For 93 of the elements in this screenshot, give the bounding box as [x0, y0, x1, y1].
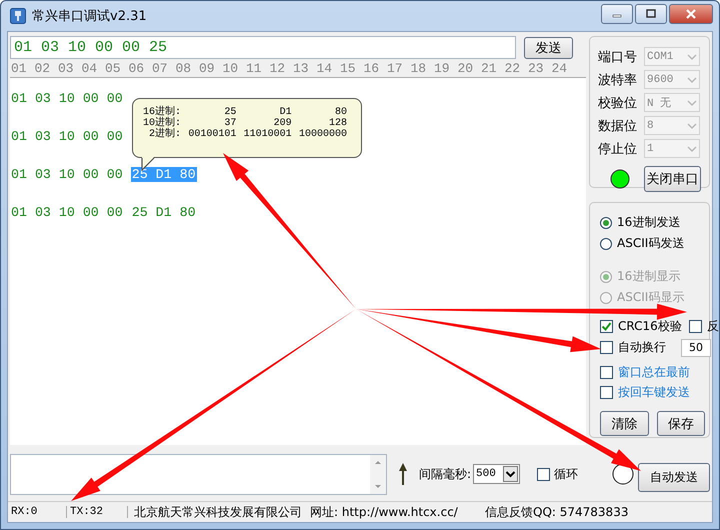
tooltip-value: 209 — [272, 118, 292, 129]
status-text: TX:32 — [67, 506, 128, 518]
setting-label: 停止位 — [598, 140, 638, 158]
column-number: 14 — [316, 61, 334, 76]
scroll-up-icon[interactable] — [374, 460, 382, 465]
column-number: 11 — [246, 61, 263, 76]
tooltip-label: 2进制: — [148, 129, 182, 140]
tooltip-value: 10000000 — [298, 129, 347, 140]
setting-label: 波特率 — [598, 72, 638, 88]
column-number: 09 — [199, 61, 216, 76]
column-number: 17 — [387, 61, 404, 76]
checkbox-label: 按回车键发送 — [618, 384, 690, 400]
setting-label: 校验位 — [598, 94, 638, 112]
tooltip-label: 16进制: — [143, 107, 182, 118]
tooltip-value: 128 — [328, 118, 347, 129]
radio-label: ASCII码发送 — [617, 235, 684, 252]
save-button[interactable]: 保存 — [656, 411, 705, 436]
column-number: 10 — [222, 61, 240, 76]
clear-button[interactable]: 清除 — [600, 411, 648, 436]
tooltip-value: 00100101 — [187, 129, 236, 140]
received-bytes: 25 D1 80 — [130, 205, 197, 220]
tooltip-label: 10进制: — [143, 118, 182, 129]
column-number: 22 — [504, 61, 522, 76]
column-number: 15 — [340, 61, 357, 76]
checkmark-icon — [601, 321, 612, 332]
status-text: 北京航天常兴科技发展有限公司 — [134, 504, 303, 521]
maximize-icon — [645, 9, 657, 19]
radio-label: 16进制显示 — [617, 268, 680, 285]
column-number: 04 — [82, 61, 98, 76]
window-title: 常兴串口调试v2.31 — [32, 8, 147, 25]
status-text: 网址: http://www.htcx.cc/ — [310, 504, 459, 521]
minimize-button[interactable] — [601, 4, 633, 24]
column-number: 20 — [458, 61, 474, 76]
checkbox[interactable] — [600, 386, 613, 398]
scrollbar[interactable] — [370, 454, 386, 494]
received-bytes: 01 03 10 00 00 — [11, 167, 123, 182]
radio-label: 16进制发送 — [617, 214, 680, 231]
setting-label: 端口号 — [598, 48, 638, 66]
interval-label: 间隔毫秒: — [419, 466, 472, 483]
app-icon — [10, 8, 26, 24]
column-number: 16 — [364, 61, 380, 76]
up-arrow-icon — [398, 462, 408, 486]
column-number: 08 — [176, 61, 192, 76]
checkbox-label: 窗口总在最前 — [618, 364, 690, 380]
tooltip-value: 25 — [223, 107, 236, 118]
tooltip-value: 11010001 — [242, 129, 292, 140]
setting-label: 数据位 — [598, 118, 638, 134]
column-number: 18 — [410, 61, 428, 76]
checkbox[interactable] — [688, 320, 702, 333]
column-number: 23 — [528, 61, 545, 76]
checkbox[interactable] — [600, 320, 613, 333]
checkbox-label: 反 — [706, 318, 719, 335]
column-number: 21 — [481, 61, 498, 76]
auto-send-button[interactable]: 自动发送 — [638, 462, 710, 492]
received-bytes: 01 03 10 00 00 — [11, 91, 123, 106]
status-text: RX:0 — [8, 506, 67, 518]
column-number: 02 — [34, 61, 52, 76]
close-port-button[interactable]: 关闭串口 — [644, 166, 701, 192]
send-field[interactable]: 01 03 10 00 00 25 — [10, 36, 516, 59]
chevron-down-icon[interactable] — [503, 466, 518, 482]
send-text-area[interactable] — [10, 454, 387, 495]
checkbox[interactable] — [600, 341, 613, 354]
tooltip-value: 80 — [334, 107, 347, 118]
column-number: 03 — [58, 61, 75, 76]
radio-button[interactable] — [600, 216, 612, 228]
interval-dropdown[interactable]: 500 — [473, 464, 520, 484]
column-number: 06 — [128, 61, 146, 76]
column-number: 24 — [552, 61, 568, 76]
maximize-button[interactable] — [635, 4, 667, 24]
column-number: 05 — [105, 61, 122, 76]
column-number: 07 — [152, 61, 169, 76]
checkbox-label: CRC16校验 — [618, 318, 682, 335]
line-length-field[interactable]: 50 — [681, 338, 711, 356]
checkbox[interactable] — [537, 468, 550, 481]
radio-button[interactable] — [600, 238, 612, 250]
send-button[interactable]: 发送 — [524, 36, 573, 58]
received-bytes: 01 03 10 00 00 — [11, 129, 123, 144]
close-icon — [684, 9, 698, 19]
tooltip-value: D1 — [278, 107, 292, 118]
column-number: 19 — [434, 61, 451, 76]
received-bytes: 01 03 10 00 00 — [11, 205, 123, 220]
tooltip-value: 37 — [223, 118, 236, 129]
column-number: 01 — [11, 61, 28, 76]
column-number: 13 — [293, 61, 310, 76]
radio-label: ASCII码显示 — [617, 289, 684, 306]
checkbox[interactable] — [600, 366, 613, 378]
checkbox-label: 循环 — [554, 466, 578, 483]
received-bytes: 25 D1 80 — [130, 167, 197, 182]
close-button[interactable] — [669, 4, 713, 24]
column-number: 12 — [270, 61, 286, 76]
status-text: 信息反馈QQ: 574783833 — [485, 504, 628, 521]
scroll-down-icon[interactable] — [374, 484, 382, 489]
checkbox-label: 自动换行 — [618, 339, 666, 356]
